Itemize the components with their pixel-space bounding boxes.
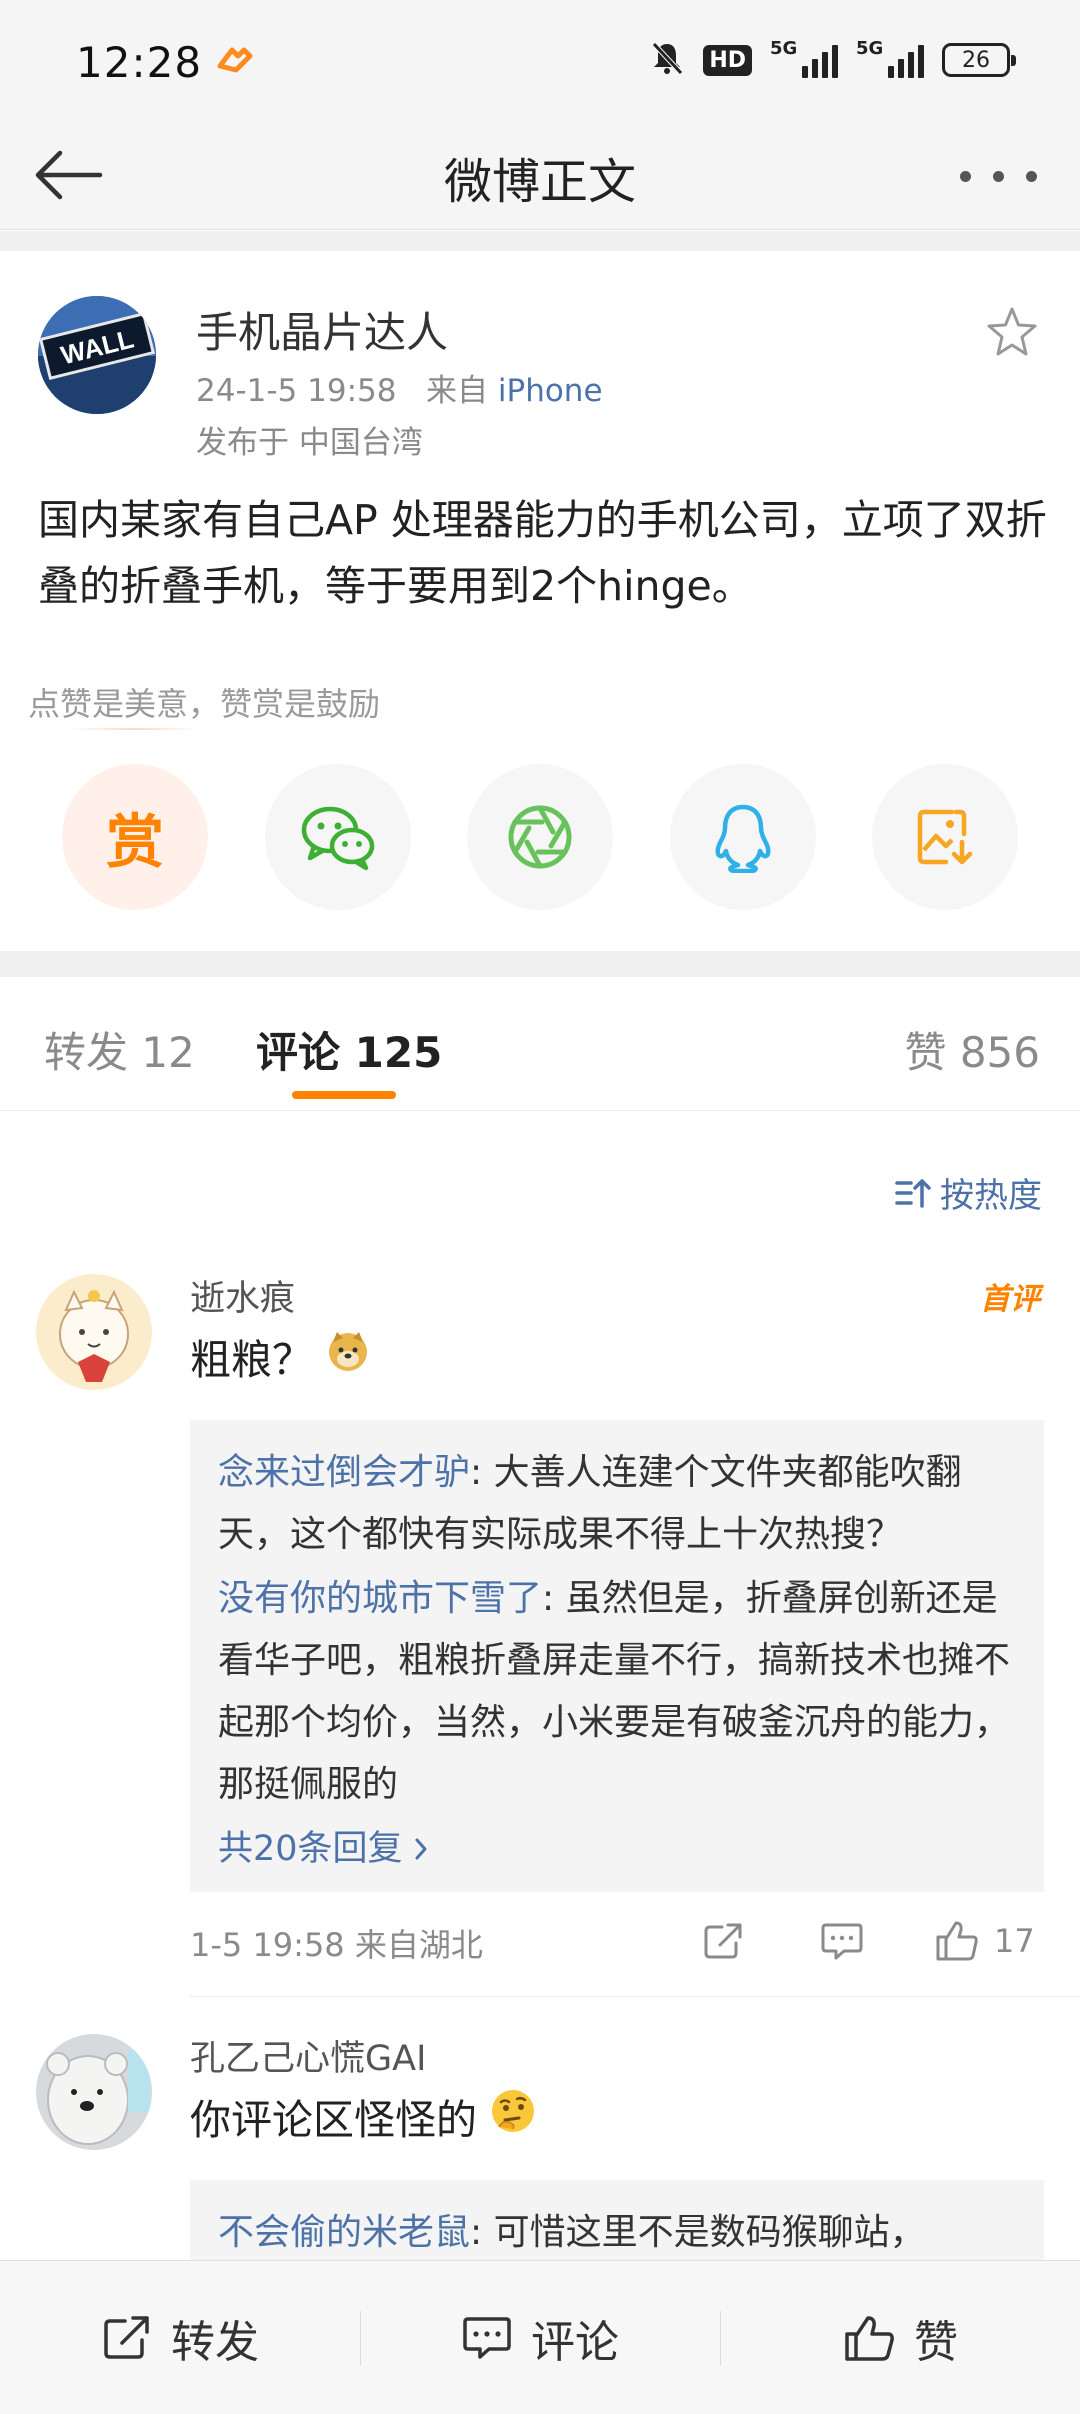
comment-text-content: 你评论区怪怪的 xyxy=(190,2096,477,2144)
qq-penguin-icon xyxy=(715,804,770,873)
bottom-action-bar: 转发 评论 赞 xyxy=(0,2260,1080,2414)
battery-icon: 26 xyxy=(942,43,1016,77)
share-qq-button[interactable] xyxy=(669,764,816,910)
status-icons: HD 5G 5G 26 xyxy=(649,38,1016,80)
status-bar: 12:28 HD 5G 5G 26 xyxy=(0,0,1080,120)
reward-button[interactable]: 赏 xyxy=(62,764,208,910)
reply-username[interactable]: 不会偷的米老鼠 xyxy=(218,2212,470,2253)
share-wechat-button[interactable] xyxy=(264,764,411,910)
first-comment-badge: 首评 xyxy=(980,1282,1040,1317)
commenter-avatar[interactable] xyxy=(36,2034,152,2150)
commenter-name[interactable]: 逝水痕 xyxy=(190,1270,295,1321)
post-source[interactable]: iPhone xyxy=(498,373,603,409)
view-all-replies-link[interactable]: 共20条回复 xyxy=(218,1818,1016,1880)
more-dot-icon xyxy=(992,170,1004,182)
comment-footer: 1-5 19:58 来自湖北 17 xyxy=(190,1916,1044,1966)
reward-hint-pointer xyxy=(70,728,200,730)
signal-strength-2: 5G xyxy=(856,38,924,78)
reward-hint: 点赞是美意，赞赏是鼓励 xyxy=(28,685,381,723)
wechat-icon xyxy=(301,806,374,871)
reply-text: : 可惜这里不是数码猴聊站， xyxy=(470,2212,926,2253)
sort-by-hot-button[interactable]: 按热度 xyxy=(894,1168,1042,1217)
author-avatar[interactable]: WALL xyxy=(38,296,156,414)
comment-bubble-icon xyxy=(463,2316,511,2359)
comment-meta: 1-5 19:58 来自湖北 xyxy=(190,1926,483,1964)
star-icon xyxy=(987,307,1037,356)
share-actions: 赏 xyxy=(62,764,1018,910)
like-label: 赞 xyxy=(914,2316,958,2368)
author-name[interactable]: 手机晶片达人 xyxy=(196,299,448,360)
reply-item: 不会偷的米老鼠: 可惜这里不是数码猴聊站， xyxy=(218,2202,1016,2264)
tab-comment[interactable]: 评论 125 xyxy=(256,1019,442,1080)
battery-level: 26 xyxy=(962,47,990,73)
section-divider xyxy=(0,231,1080,251)
post-source-prefix: 来自 xyxy=(426,373,489,409)
section-divider xyxy=(0,951,1080,977)
post-meta: 24-1-5 19:58 来自 iPhone xyxy=(196,365,603,410)
signal1-label: 5G xyxy=(770,38,798,59)
post-card: WALL 手机晶片达人 24-1-5 19:58 来自 iPhone 发布于 中… xyxy=(0,251,1080,951)
reply-preview-box[interactable]: 念来过倒会才驴: 大善人连建个文件夹都能吹翻天，这个都快有实际成果不得上十次热搜… xyxy=(190,1420,1044,1892)
hd-voice-badge: HD xyxy=(703,44,752,76)
back-button[interactable] xyxy=(28,140,108,210)
repost-button[interactable]: 转发 xyxy=(0,2261,360,2414)
reply-item: 没有你的城市下雪了: 虽然但是，折叠屏创新还是看华子吧，粗粮折叠屏走量不行，搞新… xyxy=(218,1568,1016,1816)
comment-label: 评论 xyxy=(531,2316,619,2368)
comment-reply-button[interactable] xyxy=(820,1916,864,1966)
post-content: 国内某家有自己AP 处理器能力的手机公司，立项了双折叠的折叠手机，等于要用到2个… xyxy=(38,496,1047,610)
comment-repost-button[interactable] xyxy=(702,1916,746,1966)
more-dot-icon xyxy=(959,170,971,182)
comment-like-button[interactable]: 17 xyxy=(934,1916,1035,1966)
page-title: 微博正文 xyxy=(443,154,636,210)
more-dot-icon xyxy=(1025,170,1037,182)
reply-username[interactable]: 没有你的城市下雪了 xyxy=(218,1578,542,1619)
app-notification-icon xyxy=(214,44,254,78)
comment-bubble-icon xyxy=(821,1923,863,1960)
interaction-tabs: 转发 12 评论 125 赞 856 xyxy=(0,977,1080,1111)
doge-emoji-icon xyxy=(325,1328,371,1384)
mute-bell-icon xyxy=(649,40,685,80)
commenter-name[interactable]: 孔乙己心慌GAI xyxy=(190,2030,426,2081)
more-options-button[interactable] xyxy=(938,148,1058,204)
sort-label: 按热度 xyxy=(940,1176,1042,1216)
view-all-replies-label: 共20条回复 xyxy=(218,1829,403,1869)
comment-text-content: 粗粮？ xyxy=(190,1336,313,1384)
signal2-label: 5G xyxy=(856,38,884,59)
reply-username[interactable]: 念来过倒会才驴 xyxy=(218,1452,470,1493)
repost-icon xyxy=(704,1923,742,1959)
comment-like-count: 17 xyxy=(994,1922,1035,1960)
comment-text: 粗粮？ xyxy=(190,1326,371,1386)
like-button[interactable]: 赞 xyxy=(720,2261,1080,2414)
post-datetime: 24-1-5 19:58 xyxy=(196,373,397,409)
active-tab-indicator xyxy=(292,1091,396,1099)
sort-icon xyxy=(895,1178,931,1208)
nav-header: 微博正文 xyxy=(0,120,1080,230)
save-image-icon xyxy=(917,809,973,865)
thumbs-up-icon xyxy=(845,2315,894,2361)
comment-text: 你评论区怪怪的 xyxy=(190,2086,537,2146)
favorite-button[interactable] xyxy=(982,303,1042,363)
status-time: 12:28 xyxy=(76,38,203,87)
reward-label: 赏 xyxy=(105,808,164,876)
repost-label: 转发 xyxy=(171,2316,259,2368)
chevron-right-icon xyxy=(415,1838,427,1860)
moments-aperture-icon xyxy=(508,805,572,869)
tab-repost[interactable]: 转发 12 xyxy=(44,1019,195,1080)
comment-button[interactable]: 评论 xyxy=(360,2261,720,2414)
commenter-avatar[interactable] xyxy=(36,1274,152,1390)
thinking-emoji-icon xyxy=(489,2087,537,2145)
post-location: 发布于 中国台湾 xyxy=(196,425,423,461)
save-image-button[interactable] xyxy=(872,764,1018,910)
reply-item: 念来过倒会才驴: 大善人连建个文件夹都能吹翻天，这个都快有实际成果不得上十次热搜… xyxy=(218,1442,1016,1566)
tab-like[interactable]: 赞 856 xyxy=(904,1019,1040,1080)
share-moments-button[interactable] xyxy=(467,764,613,910)
comment-divider xyxy=(190,1996,1080,1997)
back-arrow-icon xyxy=(35,150,103,200)
thumbs-up-icon xyxy=(936,1921,978,1961)
signal-strength-1: 5G xyxy=(770,38,838,78)
repost-icon xyxy=(104,2315,149,2359)
